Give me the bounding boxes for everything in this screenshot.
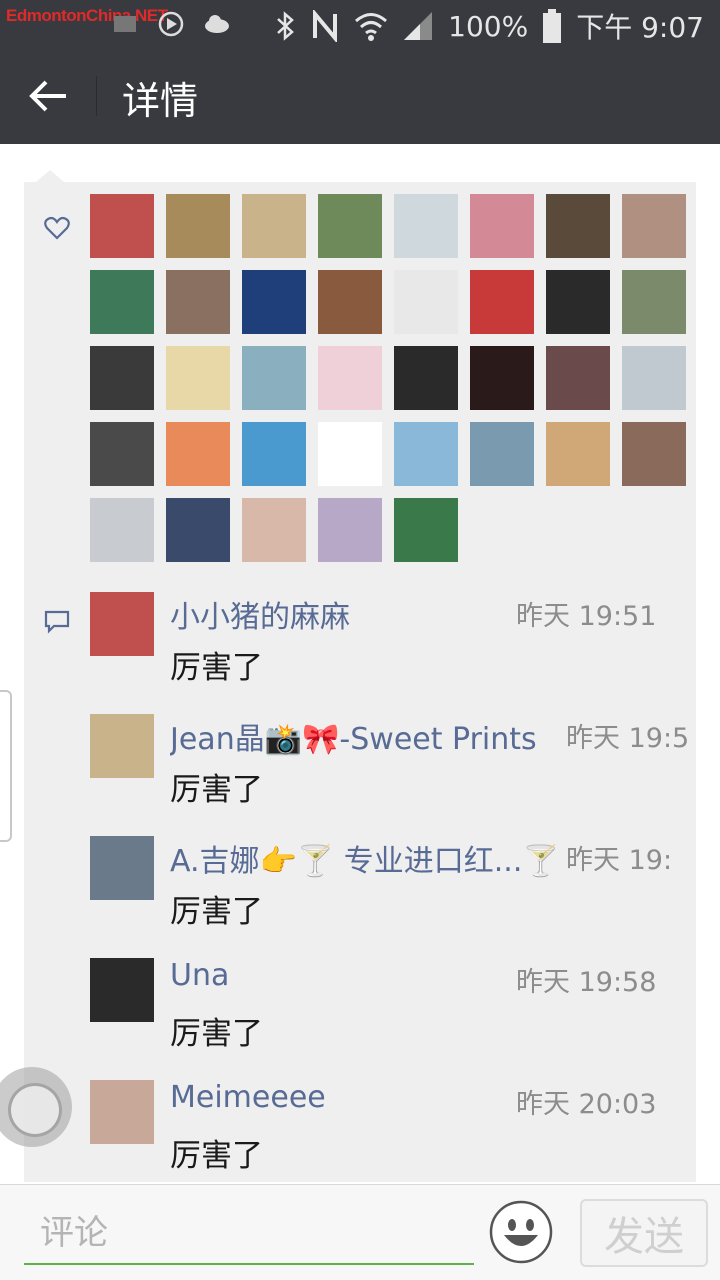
liker-avatar[interactable]: [546, 346, 610, 410]
back-button[interactable]: [22, 74, 76, 118]
comment-time: 昨天 19:: [566, 845, 673, 876]
comment-time: 昨天 20:03: [516, 1089, 657, 1120]
liker-avatar[interactable]: [242, 498, 306, 562]
comment-item[interactable]: A.吉娜👉🍸 专业进口红...🍸 昨天 19: 厉害了: [90, 836, 690, 946]
liker-avatar[interactable]: [242, 194, 306, 258]
liker-avatar[interactable]: [318, 270, 382, 334]
title-bar: 详情: [0, 48, 720, 144]
status-bar: EdmontonChina.NET 100% 下午 9:07: [0, 0, 720, 48]
play-icon: [156, 10, 186, 38]
liker-avatar[interactable]: [90, 346, 154, 410]
comment-time: 昨天 19:58: [516, 967, 657, 998]
notification-icon: [110, 10, 140, 38]
comment-author[interactable]: Una: [170, 958, 229, 993]
liker-avatar[interactable]: [470, 270, 534, 334]
comment-item[interactable]: Una 昨天 19:58 厉害了: [90, 958, 690, 1068]
comment-author[interactable]: Meimeeee: [170, 1080, 326, 1115]
comment-text: 厉害了: [170, 1016, 263, 1052]
cloud-icon: [202, 10, 232, 38]
nfc-icon: [310, 10, 340, 42]
liker-avatar[interactable]: [242, 422, 306, 486]
comment-text: 厉害了: [170, 1138, 263, 1174]
liker-avatar[interactable]: [394, 422, 458, 486]
emoji-button[interactable]: [488, 1199, 554, 1265]
comment-item[interactable]: Meimeeee 昨天 20:03 厉害了: [90, 1080, 690, 1190]
liker-avatar[interactable]: [166, 270, 230, 334]
liker-avatar[interactable]: [318, 346, 382, 410]
liker-avatar[interactable]: [318, 194, 382, 258]
comment-input-bar: 发送: [0, 1184, 720, 1280]
page-title: 详情: [122, 79, 199, 123]
liker-avatar[interactable]: [90, 422, 154, 486]
liker-avatar[interactable]: [470, 346, 534, 410]
comment-item[interactable]: 小小猪的麻麻 昨天 19:51 厉害了: [90, 592, 690, 702]
liker-avatar[interactable]: [166, 498, 230, 562]
side-panel-handle[interactable]: [0, 690, 12, 842]
liker-avatar[interactable]: [546, 194, 610, 258]
comment-input[interactable]: [24, 1203, 474, 1265]
comment-time: 昨天 19:51: [516, 601, 657, 632]
liker-avatar[interactable]: [622, 270, 686, 334]
comment-bubble-icon: [44, 610, 70, 634]
send-button[interactable]: 发送: [580, 1199, 708, 1267]
liker-avatar[interactable]: [318, 498, 382, 562]
liker-avatar[interactable]: [622, 194, 686, 258]
bluetooth-icon: [274, 10, 296, 42]
notification-icons: [110, 10, 232, 38]
heart-outline-icon: [44, 216, 70, 240]
avatar[interactable]: [90, 592, 154, 656]
liker-avatar[interactable]: [394, 270, 458, 334]
comment-text: 厉害了: [170, 650, 263, 686]
battery-percent: 100%: [448, 9, 529, 43]
liker-avatar[interactable]: [318, 422, 382, 486]
comment-author[interactable]: 小小猪的麻麻: [170, 592, 350, 636]
battery-icon: [542, 9, 562, 43]
smiley-icon: [489, 1200, 553, 1264]
liker-avatar[interactable]: [546, 422, 610, 486]
avatar[interactable]: [90, 1080, 154, 1144]
comment-time: 昨天 19:5: [566, 723, 690, 754]
liker-avatar[interactable]: [166, 422, 230, 486]
liker-avatar[interactable]: [394, 194, 458, 258]
clock: 下午 9:07: [576, 11, 704, 44]
liker-avatar[interactable]: [622, 422, 686, 486]
avatar[interactable]: [90, 958, 154, 1022]
liker-avatar[interactable]: [394, 498, 458, 562]
comment-item[interactable]: Jean晶📸🎀-Sweet Prints 昨天 19:5 厉害了: [90, 714, 690, 824]
comment-text: 厉害了: [170, 772, 263, 808]
arrow-left-icon: [29, 80, 66, 112]
liker-avatar[interactable]: [90, 194, 154, 258]
liker-avatar[interactable]: [166, 194, 230, 258]
liker-avatar[interactable]: [546, 270, 610, 334]
comment-text: 厉害了: [170, 894, 263, 930]
liker-avatar[interactable]: [242, 270, 306, 334]
liker-avatar[interactable]: [470, 422, 534, 486]
system-indicators: 100% 下午 9:07: [274, 6, 704, 46]
liker-avatar[interactable]: [242, 346, 306, 410]
signal-icon: [402, 10, 434, 42]
liker-avatar[interactable]: [622, 346, 686, 410]
wifi-icon: [354, 10, 388, 42]
liker-avatar[interactable]: [166, 346, 230, 410]
liker-avatar[interactable]: [394, 346, 458, 410]
title-divider: [96, 76, 97, 116]
comment-author[interactable]: A.吉娜👉🍸 专业进口红...🍸: [170, 836, 560, 880]
panel-notch: [36, 170, 64, 182]
liker-avatar[interactable]: [470, 194, 534, 258]
comment-author[interactable]: Jean晶📸🎀-Sweet Prints: [170, 714, 537, 758]
avatar[interactable]: [90, 836, 154, 900]
liker-avatar[interactable]: [90, 270, 154, 334]
avatar[interactable]: [90, 714, 154, 778]
liker-avatar[interactable]: [90, 498, 154, 562]
